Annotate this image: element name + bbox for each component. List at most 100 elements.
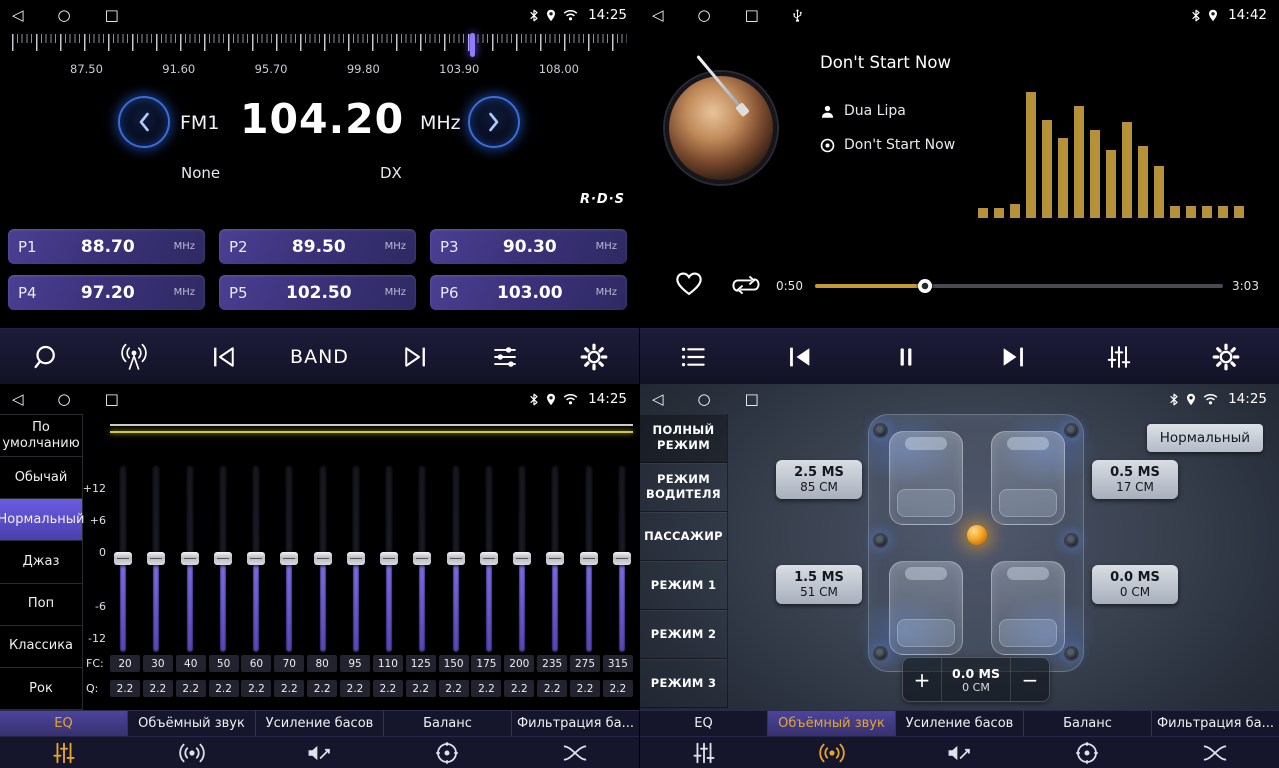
- album-art[interactable]: [665, 72, 777, 184]
- surround-mode-item[interactable]: РЕЖИМ 3: [640, 659, 727, 708]
- slider-knob[interactable]: [513, 552, 531, 565]
- eq-band-slider-30[interactable]: [145, 466, 167, 652]
- back-button[interactable]: ◁: [652, 384, 664, 414]
- home-button[interactable]: ○: [698, 384, 711, 414]
- tab-surround-sound[interactable]: Объёмный звук: [768, 711, 896, 736]
- home-button[interactable]: ○: [58, 0, 71, 30]
- eq-preset-item[interactable]: Рок: [0, 668, 82, 710]
- eq-band-slider-95[interactable]: [345, 466, 367, 652]
- slider-knob[interactable]: [413, 552, 431, 565]
- back-button[interactable]: ◁: [12, 384, 24, 414]
- slider-knob[interactable]: [280, 552, 298, 565]
- preset-p6[interactable]: P6 103.00 MHz: [430, 275, 627, 310]
- progress-bar[interactable]: [815, 284, 1223, 288]
- next-station-button[interactable]: [392, 334, 438, 380]
- tune-settings-button[interactable]: [482, 334, 528, 380]
- frequency-dial[interactable]: [12, 34, 627, 58]
- surround-sound-icon[interactable]: [768, 737, 896, 768]
- balance-icon[interactable]: [383, 737, 511, 768]
- eq-preset-item[interactable]: Обычай: [0, 457, 82, 499]
- slider-knob[interactable]: [347, 552, 365, 565]
- listening-position-marker[interactable]: [967, 525, 987, 545]
- slider-knob[interactable]: [447, 552, 465, 565]
- equalizer-icon[interactable]: [0, 737, 128, 768]
- seat-front-right[interactable]: [991, 431, 1065, 525]
- slider-knob[interactable]: [114, 552, 132, 565]
- delay-rear-right-button[interactable]: 0.0 MS 0 CM: [1092, 565, 1178, 604]
- eq-preset-item[interactable]: Поп: [0, 584, 82, 626]
- settings-gear-button[interactable]: [571, 334, 617, 380]
- recents-button[interactable]: □: [745, 384, 759, 414]
- eq-band-slider-125[interactable]: [411, 466, 433, 652]
- search-button[interactable]: [22, 334, 68, 380]
- balance-icon[interactable]: [1023, 737, 1151, 768]
- preset-p3[interactable]: P3 90.30 MHz: [430, 229, 627, 264]
- progress-knob[interactable]: [918, 279, 932, 293]
- back-button[interactable]: ◁: [12, 0, 24, 30]
- slider-knob[interactable]: [181, 552, 199, 565]
- surround-mode-item[interactable]: ПОЛНЫЙ РЕЖИМ: [640, 414, 727, 463]
- slider-knob[interactable]: [247, 552, 265, 565]
- sound-profile-button[interactable]: Нормальный: [1147, 424, 1263, 452]
- slider-knob[interactable]: [580, 552, 598, 565]
- tab-balance[interactable]: Баланс: [1024, 711, 1152, 736]
- slider-knob[interactable]: [314, 552, 332, 565]
- eq-band-slider-275[interactable]: [578, 466, 600, 652]
- eq-band-slider-70[interactable]: [278, 466, 300, 652]
- eq-band-slider-150[interactable]: [445, 466, 467, 652]
- eq-band-slider-60[interactable]: [245, 466, 267, 652]
- eq-band-slider-315[interactable]: [611, 466, 633, 652]
- crossover-filter-icon[interactable]: [1151, 737, 1279, 768]
- slider-knob[interactable]: [147, 552, 165, 565]
- eq-band-slider-110[interactable]: [378, 466, 400, 652]
- surround-mode-item[interactable]: РЕЖИМ 2: [640, 610, 727, 659]
- surround-mode-item[interactable]: РЕЖИМ 1: [640, 561, 727, 610]
- surround-sound-icon[interactable]: [128, 737, 256, 768]
- tab-eq[interactable]: EQ: [640, 711, 768, 736]
- eq-band-slider-20[interactable]: [112, 466, 134, 652]
- bass-boost-icon[interactable]: [256, 737, 384, 768]
- eq-band-slider-80[interactable]: [312, 466, 334, 652]
- preset-p2[interactable]: P2 89.50 MHz: [219, 229, 416, 264]
- pause-button[interactable]: [883, 334, 929, 380]
- eq-preset-item[interactable]: Нормальный: [0, 499, 82, 541]
- delay-front-left-button[interactable]: 2.5 MS 85 CM: [776, 460, 862, 499]
- eq-band-slider-50[interactable]: [212, 466, 234, 652]
- radio-scan-button[interactable]: [111, 334, 157, 380]
- decrease-delay-button[interactable]: −: [1011, 658, 1049, 701]
- eq-band-slider-200[interactable]: [511, 466, 533, 652]
- slider-knob[interactable]: [380, 552, 398, 565]
- crossover-filter-icon[interactable]: [511, 737, 639, 768]
- preset-p5[interactable]: P5 102.50 MHz: [219, 275, 416, 310]
- surround-mode-item[interactable]: ПАССАЖИР: [640, 512, 727, 561]
- tab-eq[interactable]: EQ: [0, 711, 128, 736]
- eq-preset-item[interactable]: Джаз: [0, 541, 82, 583]
- eq-band-slider-40[interactable]: [179, 466, 201, 652]
- surround-mode-item[interactable]: РЕЖИМ ВОДИТЕЛЯ: [640, 463, 727, 512]
- slider-knob[interactable]: [613, 552, 631, 565]
- delay-rear-left-button[interactable]: 1.5 MS 51 CM: [776, 565, 862, 604]
- tab-surround-sound[interactable]: Объёмный звук: [128, 711, 256, 736]
- tab-balance[interactable]: Баланс: [384, 711, 512, 736]
- recents-button[interactable]: □: [105, 0, 119, 30]
- tab-bass-boost[interactable]: Усиление басов: [256, 711, 384, 736]
- next-track-button[interactable]: [990, 334, 1036, 380]
- preset-p1[interactable]: P1 88.70 MHz: [8, 229, 205, 264]
- tune-down-button[interactable]: [118, 96, 170, 148]
- tab-bass-boost[interactable]: Усиление басов: [896, 711, 1024, 736]
- delay-front-right-button[interactable]: 0.5 MS 17 CM: [1092, 460, 1178, 499]
- band-button[interactable]: BAND: [290, 334, 349, 380]
- increase-delay-button[interactable]: +: [903, 658, 941, 701]
- slider-knob[interactable]: [214, 552, 232, 565]
- previous-station-button[interactable]: [201, 334, 247, 380]
- settings-gear-button[interactable]: [1203, 334, 1249, 380]
- eq-band-slider-235[interactable]: [544, 466, 566, 652]
- eq-band-slider-175[interactable]: [478, 466, 500, 652]
- seat-front-left[interactable]: [889, 431, 963, 525]
- recents-button[interactable]: □: [745, 0, 759, 30]
- seat-rear-left[interactable]: [889, 561, 963, 655]
- tab-filter[interactable]: Фильтрация ба...: [1152, 711, 1279, 736]
- preset-p4[interactable]: P4 97.20 MHz: [8, 275, 205, 310]
- back-button[interactable]: ◁: [652, 0, 664, 30]
- previous-track-button[interactable]: [777, 334, 823, 380]
